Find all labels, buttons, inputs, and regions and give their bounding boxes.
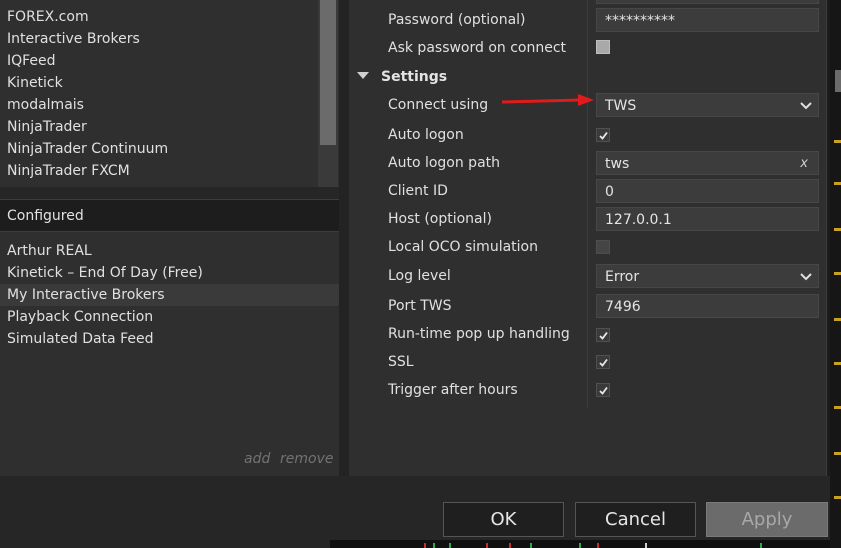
host-field[interactable]: 127.0.0.1 xyxy=(596,207,819,231)
log-level-select[interactable]: Error xyxy=(596,264,819,288)
provider-item[interactable]: IQFeed xyxy=(7,50,56,72)
provider-item[interactable]: Interactive Brokers xyxy=(7,28,140,50)
chevron-down-icon xyxy=(800,273,812,281)
username-field-cutoff[interactable] xyxy=(596,0,819,4)
chart-tick xyxy=(834,496,841,499)
chart-tick xyxy=(834,228,841,231)
local-oco-checkbox[interactable] xyxy=(596,240,610,254)
ask-password-label: Ask password on connect xyxy=(388,40,567,56)
provider-item[interactable]: Kinetick xyxy=(7,72,63,94)
ssl-label: SSL xyxy=(388,354,414,370)
trigger-after-hours-label: Trigger after hours xyxy=(388,382,518,398)
red-arrow-icon xyxy=(501,94,594,106)
client-id-field[interactable]: 0 xyxy=(596,179,819,203)
configured-header: Configured xyxy=(0,199,339,232)
host-label: Host (optional) xyxy=(388,211,492,227)
configured-item[interactable]: Kinetick – End Of Day (Free) xyxy=(0,262,339,284)
chart-tick xyxy=(834,318,841,321)
trigger-after-hours-checkbox[interactable] xyxy=(596,383,610,397)
chart-bar-mark xyxy=(509,543,511,548)
chart-tick xyxy=(834,182,841,185)
chart-tick xyxy=(834,362,841,365)
ask-password-checkbox[interactable] xyxy=(596,40,610,54)
password-label: Password (optional) xyxy=(388,12,526,28)
client-id-value: 0 xyxy=(605,184,614,200)
log-level-label: Log level xyxy=(388,268,451,284)
collapse-caret-icon[interactable] xyxy=(357,72,369,79)
chart-bar-mark xyxy=(424,543,426,548)
chart-bar-mark xyxy=(530,543,532,548)
chart-tick xyxy=(834,406,841,409)
auto-logon-checkbox[interactable] xyxy=(596,128,610,142)
remove-link[interactable]: remove xyxy=(280,451,333,467)
auto-logon-path-field[interactable]: tws x xyxy=(596,151,819,175)
add-link[interactable]: add xyxy=(244,451,270,467)
chart-bar-mark xyxy=(579,543,581,548)
cancel-button[interactable]: Cancel xyxy=(575,502,696,537)
chevron-down-icon xyxy=(800,102,812,110)
chart-bar-mark xyxy=(645,543,647,548)
chart-tick xyxy=(834,272,841,275)
runtime-popup-label: Run-time pop up handling xyxy=(388,326,570,342)
auto-logon-path-label: Auto logon path xyxy=(388,155,501,171)
port-label: Port TWS xyxy=(388,298,452,314)
provider-item[interactable]: FOREX.com xyxy=(7,6,89,28)
provider-item[interactable]: NinjaTrader FXCM xyxy=(7,160,130,182)
provider-list: FOREX.com Interactive Brokers IQFeed Kin… xyxy=(0,0,339,187)
local-oco-label: Local OCO simulation xyxy=(388,239,538,255)
chart-bar-mark xyxy=(449,543,451,548)
checkmark-icon xyxy=(599,131,608,140)
property-column-divider[interactable] xyxy=(587,0,588,408)
splitter[interactable] xyxy=(0,187,339,199)
connect-using-select[interactable]: TWS xyxy=(596,93,819,117)
settings-section-header[interactable]: Settings xyxy=(381,66,447,88)
ok-button[interactable]: OK xyxy=(443,502,564,537)
window-scrollbar-thumb[interactable] xyxy=(835,70,841,92)
log-level-value: Error xyxy=(605,269,640,285)
checkmark-icon xyxy=(599,386,608,395)
configured-header-label: Configured xyxy=(7,208,84,224)
provider-list-scrollbar-thumb[interactable] xyxy=(320,0,336,145)
checkmark-icon xyxy=(599,358,608,367)
provider-item[interactable]: modalmais xyxy=(7,94,84,116)
chart-tick xyxy=(834,452,841,455)
password-field[interactable]: ********** xyxy=(596,8,819,32)
port-value: 7496 xyxy=(605,299,641,315)
pane-divider xyxy=(339,0,349,476)
host-value: 127.0.0.1 xyxy=(605,212,672,228)
chart-bar-mark xyxy=(760,543,762,548)
apply-button[interactable]: Apply xyxy=(706,502,828,537)
chart-bar-mark xyxy=(433,543,435,548)
chart-bar-mark xyxy=(486,543,488,548)
connect-using-value: TWS xyxy=(605,98,637,114)
chart-tick xyxy=(834,140,841,143)
chart-bar-mark xyxy=(597,543,599,548)
ssl-checkbox[interactable] xyxy=(596,355,610,369)
port-field[interactable]: 7496 xyxy=(596,294,819,318)
configured-item[interactable]: Simulated Data Feed xyxy=(0,328,339,350)
runtime-popup-checkbox[interactable] xyxy=(596,328,610,342)
provider-item[interactable]: NinjaTrader xyxy=(7,116,87,138)
configured-item-selected[interactable]: My Interactive Brokers xyxy=(0,284,339,306)
provider-item[interactable]: NinjaTrader Continuum xyxy=(7,138,168,160)
connect-using-label: Connect using xyxy=(388,97,489,113)
client-id-label: Client ID xyxy=(388,183,448,199)
clear-icon[interactable]: x xyxy=(800,152,808,176)
password-value: ********** xyxy=(605,13,675,29)
configured-item[interactable]: Arthur REAL xyxy=(0,240,339,262)
auto-logon-label: Auto logon xyxy=(388,127,464,143)
auto-logon-path-value: tws xyxy=(605,156,630,172)
checkmark-icon xyxy=(599,331,608,340)
configured-item[interactable]: Playback Connection xyxy=(0,306,339,328)
